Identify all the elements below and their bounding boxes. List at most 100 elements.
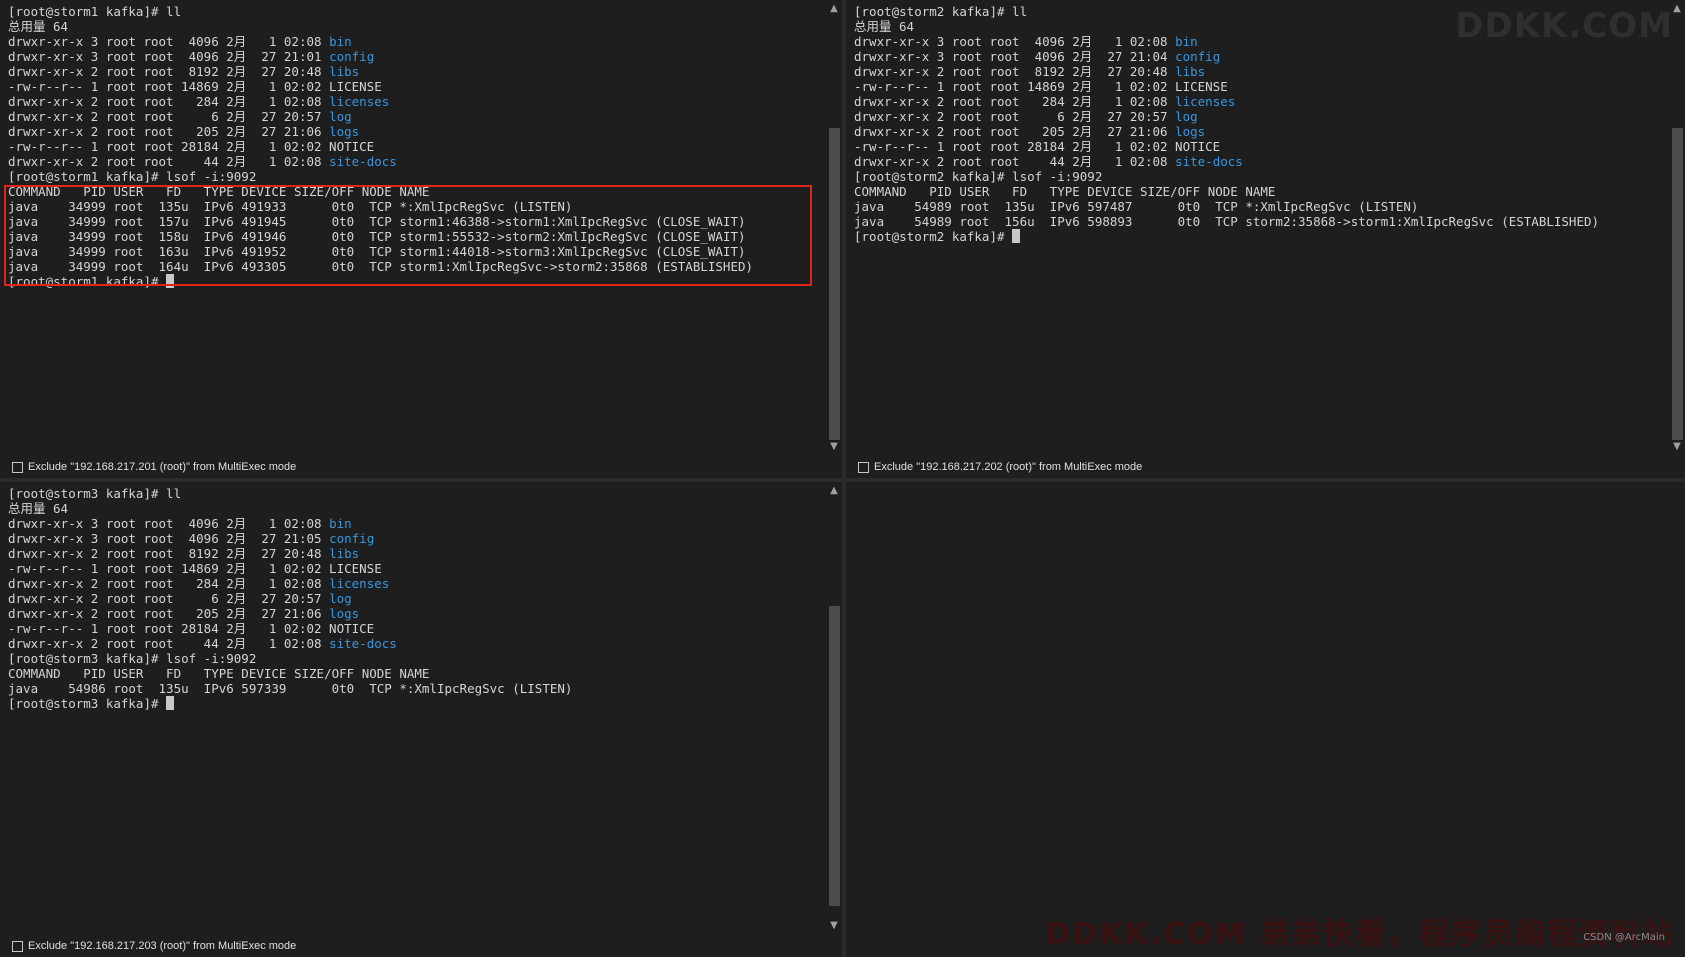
terminal-text: [root@storm2 kafka]# lsof -i:9092 [854, 169, 1103, 184]
terminal-text: drwxr-xr-x 2 root root 205 2月 27 21:06 [854, 124, 1176, 139]
terminal-text: drwxr-xr-x 2 root root 284 2月 1 02:08 [854, 94, 1176, 109]
terminal-line: drwxr-xr-x 3 root root 4096 2月 1 02:08 b… [8, 516, 826, 531]
terminal-line: drwxr-xr-x 3 root root 4096 2月 27 21:01 … [8, 49, 826, 64]
terminal-pane-storm3[interactable]: [root@storm3 kafka]# ll 总用量 64 drwxr-xr-x … [0, 482, 842, 935]
directory-name: bin [329, 516, 352, 531]
scroll-thumb[interactable] [829, 606, 840, 906]
terminal-text: drwxr-xr-x 2 root root 205 2月 27 21:06 [8, 606, 330, 621]
directory-name: libs [329, 546, 360, 561]
terminal-line: COMMAND PID USER FD TYPE DEVICE SIZE/OFF… [8, 666, 826, 681]
terminal-text: -rw-r--r-- 1 root root 14869 2月 1 02:02 … [8, 561, 382, 576]
terminal-cursor [166, 696, 175, 710]
terminal-line: drwxr-xr-x 2 root root 6 2月 27 20:57 log [854, 109, 1669, 124]
terminal-text: java 54989 root 156u IPv6 598893 0t0 TCP… [854, 214, 1600, 229]
directory-name: libs [1175, 64, 1206, 79]
exclude-multiexec-storm1[interactable]: Exclude "192.168.217.201 (root)" from Mu… [0, 456, 842, 478]
watermark-bottom: DDKK.COM 弟弟快看，程序员编程资料站 [1045, 917, 1675, 952]
terminal-line: -rw-r--r-- 1 root root 14869 2月 1 02:02 … [854, 79, 1669, 94]
scroll-up-arrow-icon[interactable]: ▲ [826, 484, 842, 498]
terminal-line: drwxr-xr-x 2 root root 284 2月 1 02:08 li… [8, 576, 826, 591]
exclude-label: Exclude "192.168.217.201 (root)" from Mu… [28, 461, 297, 473]
exclude-checkbox[interactable] [12, 461, 23, 473]
exclude-label: Exclude "192.168.217.203 (root)" from Mu… [28, 940, 297, 952]
terminal-text: drwxr-xr-x 2 root root 6 2月 27 20:57 [8, 591, 330, 606]
terminal-text: drwxr-xr-x 2 root root 6 2月 27 20:57 [854, 109, 1176, 124]
terminal-line: drwxr-xr-x 2 root root 44 2月 1 02:08 sit… [8, 154, 826, 169]
terminal-cursor [1012, 229, 1021, 243]
terminal-text: drwxr-xr-x 2 root root 44 2月 1 02:08 [854, 154, 1176, 169]
terminal-line: drwxr-xr-x 2 root root 205 2月 27 21:06 l… [8, 606, 826, 621]
terminal-line: [root@storm3 kafka]# ll [8, 486, 826, 501]
terminal-text: drwxr-xr-x 2 root root 6 2月 27 20:57 [8, 109, 330, 124]
terminal-text: drwxr-xr-x 2 root root 44 2月 1 02:08 [8, 154, 330, 169]
exclude-checkbox[interactable] [858, 461, 869, 473]
terminal-line: 总用量 64 [8, 19, 826, 34]
terminal-line: drwxr-xr-x 2 root root 44 2月 1 02:08 sit… [8, 636, 826, 651]
terminal-line: drwxr-xr-x 2 root root 8192 2月 27 20:48 … [8, 546, 826, 561]
directory-name: libs [329, 64, 360, 79]
terminal-line: drwxr-xr-x 3 root root 4096 2月 27 21:04 … [854, 49, 1669, 64]
directory-name: log [329, 109, 352, 124]
terminal-text: drwxr-xr-x 3 root root 4096 2月 27 21:01 [8, 49, 330, 64]
scroll-thumb[interactable] [1672, 128, 1683, 440]
terminal-line: drwxr-xr-x 3 root root 4096 2月 27 21:05 … [8, 531, 826, 546]
terminal-output[interactable]: [root@storm3 kafka]# ll 总用量 64 drwxr-xr-x … [0, 482, 826, 711]
pane-divider-horizontal[interactable] [0, 478, 1685, 482]
directory-name: bin [329, 34, 352, 49]
directory-name: licenses [1175, 94, 1236, 109]
scrollbar[interactable]: ▲ ▼ [826, 0, 842, 456]
terminal-line: drwxr-xr-x 2 root root 44 2月 1 02:08 sit… [854, 154, 1669, 169]
directory-name: site-docs [329, 636, 397, 651]
terminal-text: [root@storm1 kafka]# lsof -i:9092 [8, 169, 257, 184]
directory-name: config [329, 49, 375, 64]
terminal-line: java 54989 root 156u IPv6 598893 0t0 TCP… [854, 214, 1669, 229]
terminal-text: [root@storm2 kafka]# [854, 229, 1013, 244]
exclude-checkbox[interactable] [12, 940, 23, 952]
scrollbar[interactable]: ▲ ▼ [826, 482, 842, 935]
terminal-line: drwxr-xr-x 2 root root 6 2月 27 20:57 log [8, 591, 826, 606]
terminal-text: java 54989 root 135u IPv6 597487 0t0 TCP… [854, 199, 1419, 214]
terminal-text: drwxr-xr-x 2 root root 8192 2月 27 20:48 [8, 64, 330, 79]
terminal-line: -rw-r--r-- 1 root root 28184 2月 1 02:02 … [854, 139, 1669, 154]
terminal-text: COMMAND PID USER FD TYPE DEVICE SIZE/OFF… [854, 184, 1276, 199]
terminal-text: -rw-r--r-- 1 root root 28184 2月 1 02:02 … [8, 139, 375, 154]
terminal-text: -rw-r--r-- 1 root root 28184 2月 1 02:02 … [8, 621, 375, 636]
directory-name: bin [1175, 34, 1198, 49]
scroll-down-arrow-icon[interactable]: ▼ [826, 440, 842, 454]
terminal-text: drwxr-xr-x 3 root root 4096 2月 1 02:08 [8, 516, 330, 531]
terminal-line: java 54986 root 135u IPv6 597339 0t0 TCP… [8, 681, 826, 696]
terminal-text: [root@storm2 kafka]# ll [854, 4, 1028, 19]
terminal-text: [root@storm1 kafka]# ll [8, 4, 182, 19]
exclude-multiexec-storm3[interactable]: Exclude "192.168.217.203 (root)" from Mu… [0, 935, 842, 957]
directory-name: site-docs [329, 154, 397, 169]
terminal-text: 总用量 64 [8, 19, 69, 34]
terminal-line: -rw-r--r-- 1 root root 28184 2月 1 02:02 … [8, 621, 826, 636]
scrollbar[interactable]: ▲ ▼ [1669, 0, 1685, 456]
scroll-down-arrow-icon[interactable]: ▼ [1669, 440, 1685, 454]
terminal-line: [root@storm1 kafka]# ll [8, 4, 826, 19]
terminal-line: -rw-r--r-- 1 root root 14869 2月 1 02:02 … [8, 561, 826, 576]
directory-name: logs [1175, 124, 1206, 139]
scroll-thumb[interactable] [829, 128, 840, 440]
terminal-line: 总用量 64 [8, 501, 826, 516]
terminal-text: drwxr-xr-x 2 root root 205 2月 27 21:06 [8, 124, 330, 139]
terminal-pane-storm2[interactable]: [root@storm2 kafka]# ll 总用量 64 drwxr-xr-x … [846, 0, 1685, 456]
terminal-text: -rw-r--r-- 1 root root 14869 2月 1 02:02 … [8, 79, 382, 94]
directory-name: log [1175, 109, 1198, 124]
scroll-up-arrow-icon[interactable]: ▲ [826, 2, 842, 16]
directory-name: log [329, 591, 352, 606]
terminal-line: drwxr-xr-x 2 root root 284 2月 1 02:08 li… [8, 94, 826, 109]
terminal-text: java 54986 root 135u IPv6 597339 0t0 TCP… [8, 681, 573, 696]
terminal-text: -rw-r--r-- 1 root root 14869 2月 1 02:02 … [854, 79, 1228, 94]
terminal-line: [root@storm2 kafka]# [854, 229, 1669, 244]
directory-name: config [329, 531, 375, 546]
directory-name: licenses [329, 576, 390, 591]
directory-name: logs [329, 124, 360, 139]
scroll-down-arrow-icon[interactable]: ▼ [826, 919, 842, 933]
terminal-text: drwxr-xr-x 2 root root 8192 2月 27 20:48 [854, 64, 1176, 79]
terminal-text: drwxr-xr-x 2 root root 284 2月 1 02:08 [8, 576, 330, 591]
terminal-text: [root@storm3 kafka]# ll [8, 486, 182, 501]
exclude-multiexec-storm2[interactable]: Exclude "192.168.217.202 (root)" from Mu… [846, 456, 1685, 478]
terminal-text: drwxr-xr-x 2 root root 284 2月 1 02:08 [8, 94, 330, 109]
directory-name: config [1175, 49, 1221, 64]
